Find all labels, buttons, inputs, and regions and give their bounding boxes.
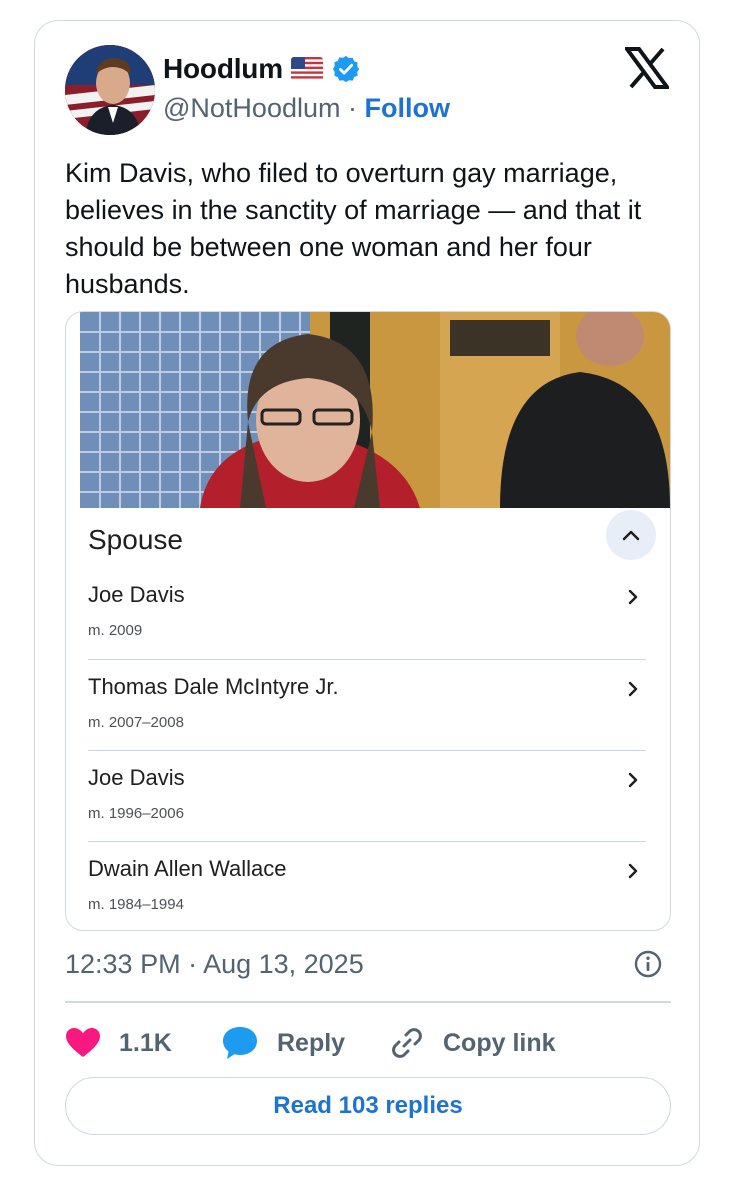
spouse-list: Joe Davis m. 2009 Thomas Dale McIntyre J… xyxy=(88,568,646,930)
chevron-right-icon xyxy=(628,589,638,605)
follow-button[interactable]: Follow xyxy=(365,93,450,123)
spouse-years: m. 2007–2008 xyxy=(88,714,184,731)
spouse-name: Dwain Allen Wallace xyxy=(88,856,287,881)
spouse-name: Joe Davis xyxy=(88,765,185,790)
avatar[interactable] xyxy=(65,45,155,135)
spouse-years: m. 1996–2006 xyxy=(88,805,184,822)
author-handle-row: @NotHoodlum · Follow xyxy=(163,93,450,124)
collapse-button[interactable] xyxy=(606,510,656,560)
spouse-section-title: Spouse xyxy=(88,524,183,555)
tweet-text: Kim Davis, who filed to overturn gay mar… xyxy=(65,158,642,299)
handle-separator: · xyxy=(348,93,357,123)
divider xyxy=(65,1001,671,1003)
x-logo-icon[interactable] xyxy=(623,47,671,89)
reply-button[interactable]: Reply xyxy=(221,1021,345,1065)
knowledge-panel-card[interactable]: Spouse Joe Davis m. 2009 Thomas Dale McI… xyxy=(65,311,671,931)
embedded-photo xyxy=(80,312,670,508)
tweet-timestamp[interactable]: 12:33 PM · Aug 13, 2025 xyxy=(65,949,364,980)
like-count: 1.1K xyxy=(119,1028,172,1057)
copy-link-button[interactable]: Copy link xyxy=(389,1021,556,1065)
like-button[interactable]: 1.1K xyxy=(65,1021,172,1065)
spouse-item[interactable]: Joe Davis m. 2009 xyxy=(88,568,646,659)
chevron-right-icon xyxy=(628,681,638,697)
author-handle[interactable]: @NotHoodlum xyxy=(163,93,340,123)
author-name-row: Hoodlum xyxy=(163,53,361,85)
verified-badge-icon xyxy=(331,54,361,84)
spouse-item[interactable]: Thomas Dale McIntyre Jr. m. 2007–2008 xyxy=(88,659,646,750)
tweet-card: Hoodlum @NotHoodlum · Follow Kim Davis, … xyxy=(34,20,700,1166)
info-icon[interactable] xyxy=(633,949,663,979)
chevron-right-icon xyxy=(628,863,638,879)
chevron-right-icon xyxy=(628,772,638,788)
reply-label: Reply xyxy=(277,1028,346,1057)
spouse-item[interactable]: Joe Davis m. 1996–2006 xyxy=(88,750,646,841)
spouse-name: Joe Davis xyxy=(88,582,185,607)
heart-icon xyxy=(66,1028,100,1057)
chevron-up-icon xyxy=(622,530,640,541)
copy-link-label: Copy link xyxy=(443,1028,556,1057)
link-icon xyxy=(392,1028,422,1058)
us-flag-icon xyxy=(290,57,323,81)
spouse-item[interactable]: Dwain Allen Wallace m. 1984–1994 xyxy=(88,841,646,930)
display-name[interactable]: Hoodlum xyxy=(163,53,283,85)
read-replies-button[interactable]: Read 103 replies xyxy=(65,1077,671,1135)
spouse-name: Thomas Dale McIntyre Jr. xyxy=(88,674,339,699)
spouse-years: m. 1984–1994 xyxy=(88,896,184,913)
action-bar: 1.1K Reply Copy link xyxy=(65,1021,671,1065)
spouse-years: m. 2009 xyxy=(88,622,143,639)
speech-bubble-icon xyxy=(223,1027,257,1059)
